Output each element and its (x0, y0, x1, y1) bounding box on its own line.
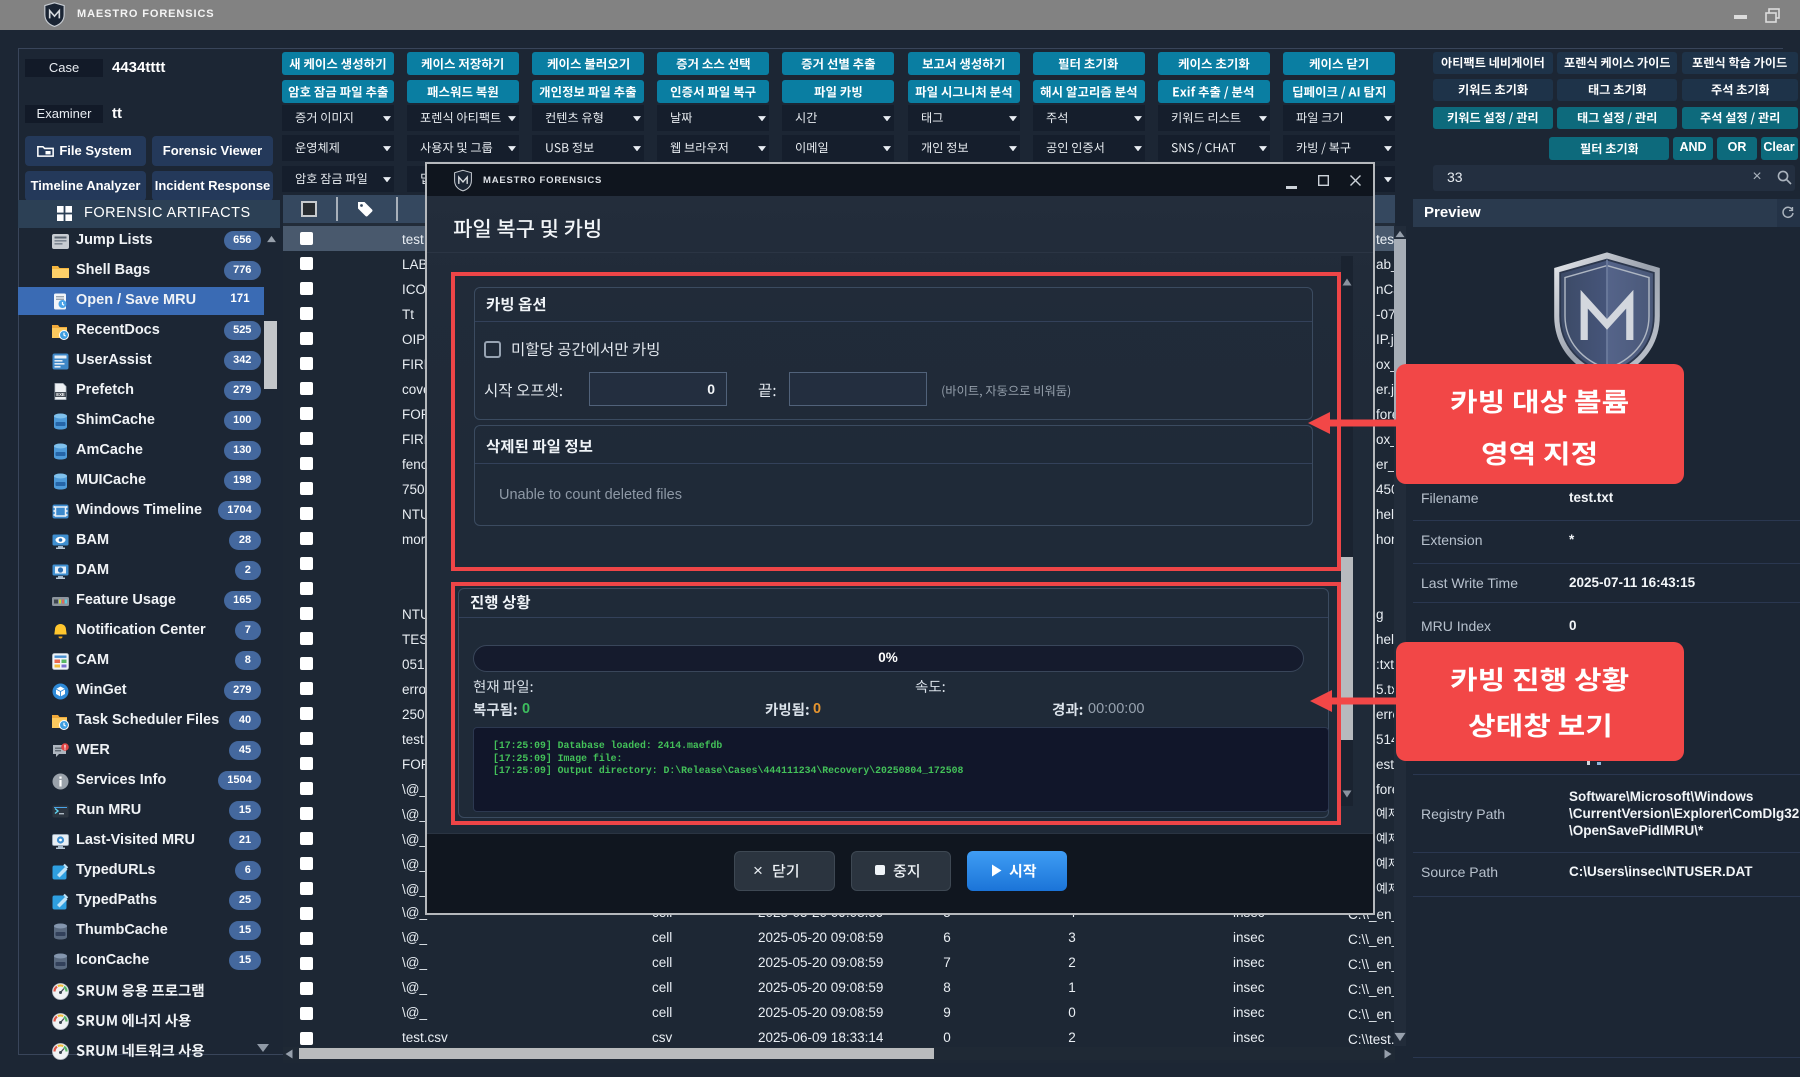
svg-text:EXE: EXE (56, 392, 65, 397)
